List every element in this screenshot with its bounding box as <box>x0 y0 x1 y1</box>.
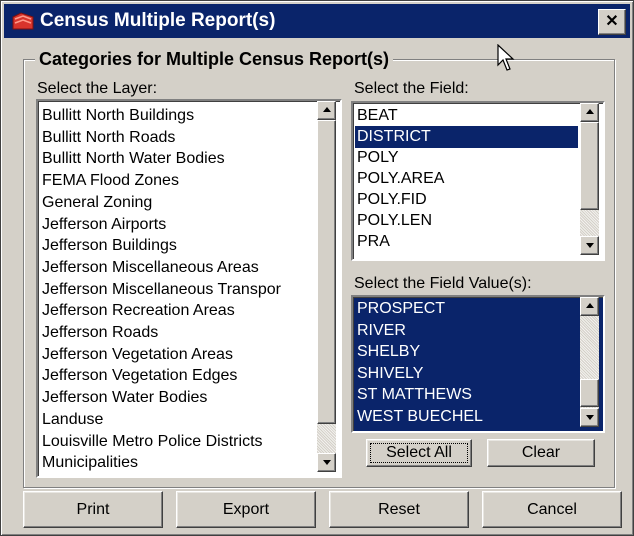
field-list-item[interactable]: POLY <box>357 147 399 169</box>
select-all-button[interactable]: Select All <box>366 439 472 467</box>
chevron-up-icon <box>586 109 594 114</box>
layer-list-item[interactable]: Bullitt North Roads <box>42 127 175 149</box>
field-value-scrollbar[interactable] <box>580 297 599 427</box>
field-listbox[interactable]: PRA POLY.LEN POLY.FID POLY.AREA POLY DISTRICT… <box>351 101 605 261</box>
field-value-list-item[interactable]: PROSPECT <box>355 298 578 320</box>
field-value-list-item[interactable]: SHELBY <box>355 341 578 363</box>
layer-list-item[interactable]: Jefferson Vegetation Edges <box>42 365 237 387</box>
scroll-up-button[interactable] <box>317 101 336 120</box>
field-list-item[interactable]: POLY.LEN <box>357 210 432 232</box>
close-icon: ✕ <box>605 13 619 30</box>
chevron-up-icon <box>586 303 594 308</box>
scroll-up-button[interactable] <box>580 103 599 122</box>
layer-list-item[interactable]: Bullitt North Water Bodies <box>42 148 225 170</box>
report-icon <box>12 12 34 30</box>
field-list-item[interactable]: PRA <box>357 231 390 253</box>
layer-list-item[interactable]: Municipalities <box>42 452 138 474</box>
field-list-item[interactable]: POLY.FID <box>357 189 427 211</box>
census-report-dialog: Census Multiple Report(s) ✕ Categories f… <box>0 0 634 536</box>
chevron-up-icon <box>323 107 331 112</box>
layer-list-item[interactable]: Bullitt North Buildings <box>42 105 194 127</box>
layer-list-item[interactable]: Jefferson Vegetation Areas <box>42 344 233 366</box>
layer-list-item[interactable]: Landuse <box>42 409 103 431</box>
scroll-down-button[interactable] <box>317 453 336 472</box>
scroll-up-button[interactable] <box>580 297 599 316</box>
field-value-list-item[interactable]: SHIVELY <box>355 363 578 385</box>
clear-button[interactable]: Clear <box>487 439 595 467</box>
layer-list-item[interactable]: Jefferson Recreation Areas <box>42 300 235 322</box>
scroll-thumb[interactable] <box>317 120 336 424</box>
field-value-label: Select the Field Value(s): <box>354 275 532 292</box>
title-bar[interactable]: Census Multiple Report(s) ✕ <box>4 4 630 38</box>
field-list-item[interactable]: BEAT <box>357 105 398 127</box>
reset-button[interactable]: Reset <box>329 491 469 528</box>
window-title: Census Multiple Report(s) <box>40 10 276 31</box>
field-list-item[interactable]: DISTRICT <box>355 126 578 148</box>
mouse-pointer-icon <box>497 44 515 71</box>
layer-list-item[interactable]: Jefferson Buildings <box>42 235 177 257</box>
scroll-thumb[interactable] <box>580 122 599 210</box>
scroll-down-button[interactable] <box>580 236 599 255</box>
layer-list-item[interactable]: Louisville Metro Police Districts <box>42 431 263 453</box>
layer-list-item[interactable]: Jefferson Miscellaneous Transpor <box>42 279 281 301</box>
export-button[interactable]: Export <box>176 491 316 528</box>
layer-list-item[interactable]: Jefferson Airports <box>42 214 166 236</box>
layer-list-item[interactable]: General Zoning <box>42 192 152 214</box>
layer-listbox[interactable]: Municipalities Louisville Metro Police Di… <box>36 99 342 478</box>
chevron-down-icon <box>586 415 594 420</box>
field-list-item[interactable]: POLY.AREA <box>357 168 444 190</box>
close-button[interactable]: ✕ <box>598 9 626 35</box>
field-value-list-item[interactable]: WEST BUECHEL <box>355 406 578 428</box>
layer-scrollbar[interactable] <box>317 101 336 472</box>
field-scrollbar[interactable] <box>580 103 599 255</box>
scroll-down-button[interactable] <box>580 408 599 427</box>
layer-list-item[interactable]: Jefferson Miscellaneous Areas <box>42 257 259 279</box>
field-value-list-item[interactable]: ST MATTHEWS <box>355 384 578 406</box>
print-button[interactable]: Print <box>23 491 163 528</box>
field-label: Select the Field: <box>354 80 469 97</box>
layer-label: Select the Layer: <box>37 80 158 97</box>
groupbox-title: Categories for Multiple Census Report(s) <box>35 49 394 70</box>
layer-list-item[interactable]: Jefferson Roads <box>42 322 158 344</box>
cancel-button[interactable]: Cancel <box>482 491 622 528</box>
field-value-listbox[interactable]: WEST BUECHEL ST MATTHEWS SHIVELY SHELBY RIVE… <box>351 295 605 433</box>
layer-list-item[interactable]: Jefferson Water Bodies <box>42 387 207 409</box>
layer-list-item[interactable]: FEMA Flood Zones <box>42 170 179 192</box>
field-value-list-item[interactable]: RIVER <box>355 320 578 342</box>
chevron-down-icon <box>586 243 594 248</box>
scroll-thumb[interactable] <box>580 379 599 407</box>
chevron-down-icon <box>323 460 331 465</box>
